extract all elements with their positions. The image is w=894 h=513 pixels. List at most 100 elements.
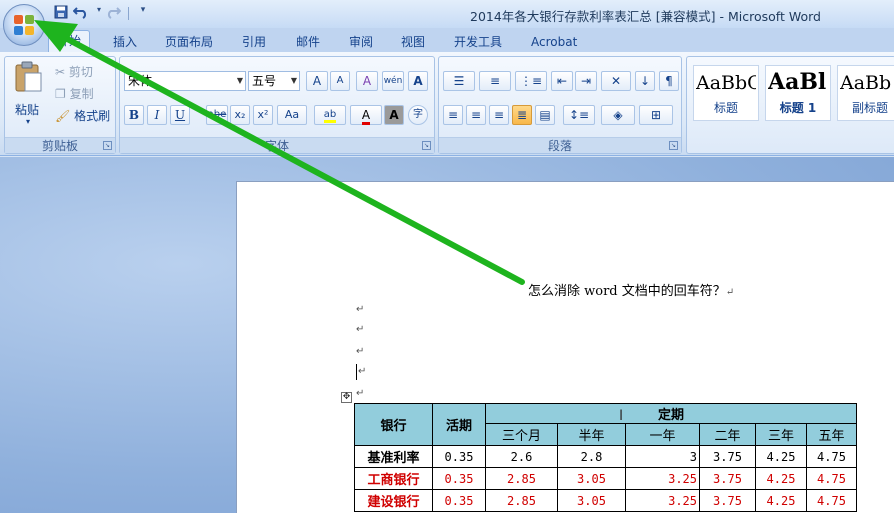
- highlighter-icon: ab: [323, 109, 337, 123]
- font-launcher-icon[interactable]: ↘: [422, 141, 431, 150]
- cut-label: 剪切: [68, 65, 93, 79]
- style-heading-1-name: 标题 1: [779, 101, 817, 115]
- change-case-button[interactable]: Aa: [277, 105, 307, 125]
- copy-button[interactable]: ❐ 复制: [55, 85, 94, 102]
- rate-cell: 3.05: [557, 467, 626, 490]
- clear-format-button[interactable]: A: [356, 71, 378, 91]
- question-text: 怎么消除 word 文档中的回车符？: [528, 284, 726, 299]
- tab-home[interactable]: 开始: [48, 30, 91, 52]
- document-question[interactable]: 怎么消除 word 文档中的回车符？↵: [528, 280, 734, 299]
- align-center-button[interactable]: ≡: [466, 105, 486, 125]
- bold-button[interactable]: B: [124, 105, 144, 125]
- distributed-button[interactable]: ▤: [535, 105, 555, 125]
- paragraph-launcher-icon[interactable]: ↘: [669, 141, 678, 150]
- font-name-combo[interactable]: 宋体 ▼: [124, 71, 246, 91]
- align-left-icon: ≡: [447, 108, 459, 122]
- style-title[interactable]: AaBbC 标题: [693, 65, 759, 121]
- borders-icon: ⊞: [650, 108, 662, 122]
- strikethrough-icon: abe: [207, 109, 227, 120]
- subscript-button[interactable]: x₂: [230, 105, 250, 125]
- tab-insert[interactable]: 插入: [113, 32, 137, 52]
- highlight-button[interactable]: ab: [314, 105, 346, 125]
- asian-layout-icon: ✕: [610, 74, 622, 88]
- show-marks-button[interactable]: ¶: [659, 71, 679, 91]
- chevron-down-icon[interactable]: ▾: [134, 5, 152, 21]
- format-painter-button[interactable]: 🖌 格式刷: [55, 107, 110, 124]
- bank-cell: 基准利率: [354, 445, 433, 468]
- justify-button[interactable]: ≣: [512, 105, 532, 125]
- borders-button[interactable]: ⊞: [639, 105, 673, 125]
- numbering-button[interactable]: ≡: [479, 71, 511, 91]
- tab-references[interactable]: 引用: [242, 32, 266, 52]
- shading-button[interactable]: ◈: [601, 105, 635, 125]
- rate-cell: 3.05: [557, 489, 626, 512]
- redo-icon[interactable]: [104, 5, 122, 21]
- rate-cell: 4.25: [755, 467, 807, 490]
- paste-label: 粘贴: [15, 103, 40, 117]
- quick-access-separator: [128, 7, 129, 20]
- paragraph-group: ☰ ≡ ⋮≡ ⇤ ⇥ ✕ ↓ ¶ ≡ ≡ ≡ ≣ ▤ ↕≡ ◈ ⊞ 段落 ↘: [438, 56, 682, 154]
- clipboard-launcher-icon[interactable]: ↘: [103, 141, 112, 150]
- table-row: 工商银行 0.35 2.85 3.05 3.25 3.75 4.25 4.75: [354, 467, 857, 490]
- tab-acrobat[interactable]: Acrobat: [531, 32, 577, 52]
- decrease-indent-button[interactable]: ⇤: [551, 71, 573, 91]
- superscript-button[interactable]: x²: [253, 105, 273, 125]
- copy-label: 复制: [69, 87, 94, 101]
- char-border-icon: A: [413, 74, 423, 88]
- superscript-icon: x²: [257, 108, 269, 121]
- enclose-char-icon: 字: [413, 109, 423, 120]
- phonetic-guide-icon: wén: [383, 76, 403, 86]
- style-heading-1[interactable]: AaBl 标题 1: [765, 65, 831, 121]
- tab-page-layout[interactable]: 页面布局: [165, 32, 213, 52]
- save-icon[interactable]: [52, 5, 70, 21]
- shrink-font-button[interactable]: A: [330, 71, 350, 91]
- phonetic-guide-button[interactable]: wén: [382, 71, 404, 91]
- line-spacing-button[interactable]: ↕≡: [563, 105, 595, 125]
- asian-layout-button[interactable]: ✕: [601, 71, 631, 91]
- strikethrough-button[interactable]: abe: [206, 105, 228, 125]
- tab-view[interactable]: 视图: [401, 32, 425, 52]
- font-color-icon: A: [361, 108, 371, 125]
- enclose-char-button[interactable]: 字: [408, 105, 428, 125]
- italic-button[interactable]: I: [147, 105, 167, 125]
- increase-indent-button[interactable]: ⇥: [575, 71, 597, 91]
- align-left-button[interactable]: ≡: [443, 105, 463, 125]
- style-subtitle[interactable]: AaBb 副标题: [837, 65, 894, 121]
- header-1-year: 一年: [625, 423, 700, 446]
- table-move-handle-icon[interactable]: ✥: [341, 392, 352, 403]
- rate-cell: 0.35: [432, 445, 486, 468]
- char-shading-button[interactable]: A: [384, 105, 404, 125]
- line-spacing-icon: ↕≡: [568, 108, 590, 122]
- multilevel-list-button[interactable]: ⋮≡: [515, 71, 547, 91]
- paste-button[interactable]: 粘贴 ▾: [13, 61, 47, 131]
- grow-font-button[interactable]: A: [306, 71, 328, 91]
- char-border-button[interactable]: A: [408, 71, 428, 91]
- rate-cell: 4.25: [755, 445, 807, 468]
- rate-cell: 2.6: [485, 445, 558, 468]
- paint-bucket-icon: ◈: [613, 108, 623, 122]
- tab-review[interactable]: 审阅: [349, 32, 373, 52]
- undo-icon[interactable]: [72, 5, 90, 21]
- rate-cell: 3.25: [625, 467, 700, 490]
- office-button[interactable]: [3, 4, 45, 46]
- copy-icon: ❐: [55, 87, 66, 101]
- rates-table[interactable]: 银行 活期 定期 三个月 半年 一年 二年 三年 五年 基准利率 0.35 2.…: [354, 403, 857, 512]
- rate-cell: 3.75: [699, 445, 756, 468]
- font-size-combo[interactable]: 五号 ▼: [248, 71, 300, 91]
- bullets-button[interactable]: ☰: [443, 71, 475, 91]
- header-bank: 银行: [354, 403, 433, 446]
- rate-cell: 3: [625, 445, 700, 468]
- tab-mailings[interactable]: 邮件: [296, 32, 320, 52]
- underline-button[interactable]: U: [170, 105, 190, 125]
- font-color-button[interactable]: A: [350, 105, 382, 125]
- cut-button[interactable]: ✂ 剪切: [55, 63, 93, 80]
- increase-indent-icon: ⇥: [580, 74, 592, 88]
- rate-cell: 2.85: [485, 467, 558, 490]
- sort-icon: ↓: [639, 74, 651, 88]
- tab-developer[interactable]: 开发工具: [454, 32, 502, 52]
- justify-icon: ≣: [516, 108, 528, 122]
- sort-button[interactable]: ↓: [635, 71, 655, 91]
- brush-icon: 🖌: [55, 109, 71, 123]
- align-right-button[interactable]: ≡: [489, 105, 509, 125]
- grow-font-icon: A: [312, 74, 322, 88]
